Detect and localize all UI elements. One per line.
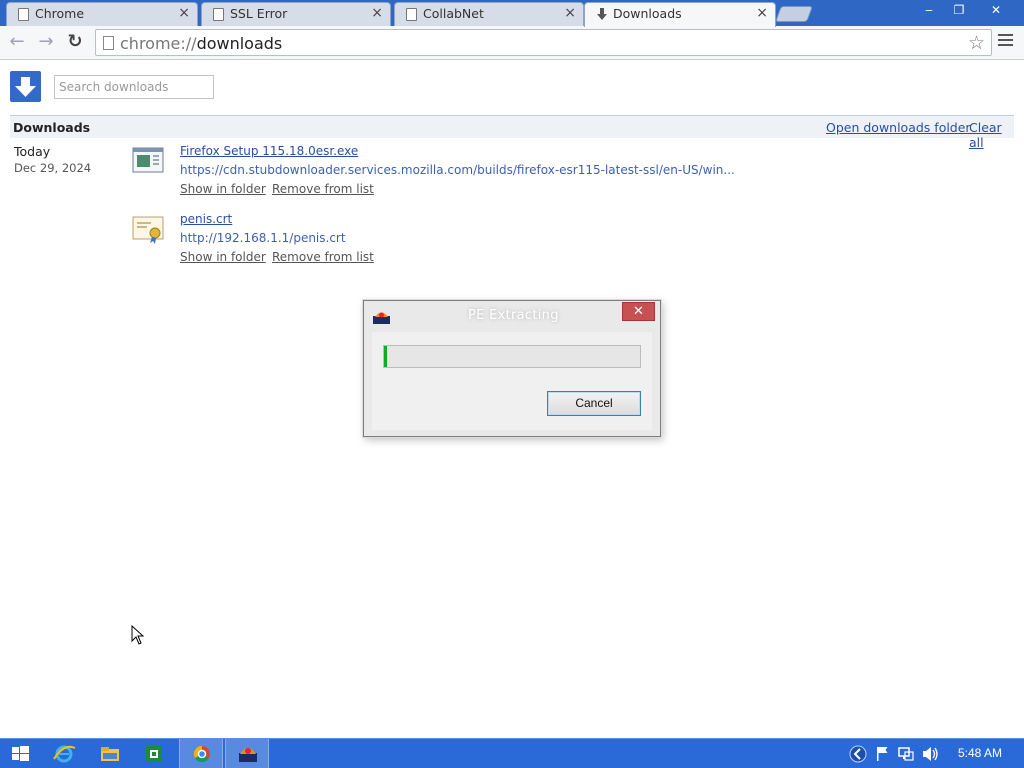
downloads-header — [0, 60, 1024, 114]
dialog-title: PE Extracting — [468, 308, 559, 323]
certificate-file-icon — [132, 214, 164, 244]
show-in-folder-link[interactable]: Show in folder — [180, 182, 266, 196]
back-button[interactable]: ← — [6, 31, 28, 53]
chrome-icon[interactable] — [179, 739, 223, 768]
browser-toolbar: ← → ↻ chrome://downloads ☆ — [0, 26, 1024, 60]
tab-collabnet[interactable]: CollabNet × — [394, 2, 584, 26]
dialog-close-button[interactable]: ✕ — [622, 302, 655, 321]
taskbar: 5:48 AM — [0, 738, 1024, 768]
downloads-section-bar: Downloads Open downloads folder Clear al… — [10, 115, 1014, 150]
progress-fill — [384, 346, 387, 367]
volume-icon[interactable] — [920, 739, 940, 768]
tab-chrome[interactable]: Chrome × — [6, 2, 198, 26]
start-button[interactable] — [0, 739, 44, 768]
chrome-menu-icon[interactable] — [998, 34, 1014, 50]
excel-icon[interactable] — [132, 739, 176, 768]
download-file-name[interactable]: penis.crt — [180, 212, 232, 226]
url-scheme: chrome:// — [120, 34, 197, 53]
app-icon — [373, 310, 390, 324]
network-icon[interactable] — [896, 739, 916, 768]
maximize-button[interactable]: ❐ — [944, 0, 974, 20]
internet-explorer-icon[interactable] — [42, 739, 86, 768]
download-file-name[interactable]: Firefox Setup 115.18.0esr.exe — [180, 144, 358, 158]
dialog-titlebar[interactable]: PE Extracting ✕ — [364, 301, 660, 332]
mouse-cursor-icon — [131, 624, 145, 645]
tab-close-button[interactable]: × — [178, 5, 190, 21]
download-source-url[interactable]: https://cdn.stubdownloader.services.mozi… — [180, 163, 735, 177]
action-center-flag-icon[interactable] — [872, 739, 892, 768]
page-icon — [406, 8, 417, 21]
search-downloads-input[interactable] — [54, 75, 214, 99]
remove-from-list-link[interactable]: Remove from list — [272, 250, 374, 264]
window-controls: ‒ ❐ ✕ — [914, 0, 1018, 20]
page-icon — [103, 36, 114, 50]
url-host: downloads — [196, 34, 283, 53]
tab-downloads[interactable]: Downloads × — [584, 2, 776, 27]
download-icon — [596, 8, 607, 21]
installer-file-icon — [132, 146, 164, 174]
taskbar-clock[interactable]: 5:48 AM — [958, 746, 1002, 760]
bookmark-star-icon[interactable]: ☆ — [968, 32, 985, 55]
download-source-url[interactable]: http://192.168.1.1/penis.crt — [180, 231, 346, 245]
show-hidden-icons-icon[interactable] — [848, 739, 868, 768]
extract-progress-bar — [383, 345, 641, 368]
date-group-day: Today — [14, 144, 51, 159]
date-group: Today Dec 29, 2024 — [14, 144, 91, 175]
title-bar: Chrome × SSL Error × CollabNet × Downloa… — [0, 0, 1024, 27]
clear-all-link[interactable]: Clear all — [969, 120, 1014, 150]
window-close-button[interactable]: ✕ — [974, 0, 1018, 20]
remove-from-list-link[interactable]: Remove from list — [272, 182, 374, 196]
cancel-button[interactable]: Cancel — [547, 391, 641, 416]
tab-title: Chrome — [35, 6, 85, 21]
pe-extracting-dialog: PE Extracting ✕ Cancel — [363, 300, 661, 437]
open-downloads-folder-link[interactable]: Open downloads folder — [826, 120, 971, 135]
url-text: chrome://downloads — [120, 34, 282, 53]
section-title: Downloads — [13, 120, 91, 135]
tab-title: Downloads — [613, 6, 682, 21]
tab-close-button[interactable]: × — [564, 5, 576, 21]
tab-title: CollabNet — [423, 6, 484, 21]
tab-ssl-error[interactable]: SSL Error × — [201, 2, 391, 26]
new-tab-button[interactable] — [775, 6, 813, 22]
file-explorer-icon[interactable] — [88, 739, 132, 768]
tab-close-button[interactable]: × — [371, 5, 383, 21]
forward-button[interactable]: → — [35, 31, 57, 53]
page-icon — [213, 8, 224, 21]
show-in-folder-link[interactable]: Show in folder — [180, 250, 266, 264]
tab-title: SSL Error — [230, 6, 288, 21]
tab-close-button[interactable]: × — [756, 5, 768, 21]
page-icon — [18, 8, 29, 21]
address-bar[interactable]: chrome://downloads ☆ — [95, 29, 992, 56]
minimize-button[interactable]: ‒ — [914, 0, 944, 20]
dialog-body: Cancel — [372, 332, 652, 430]
date-group-date: Dec 29, 2024 — [14, 161, 92, 175]
reload-button[interactable]: ↻ — [64, 31, 86, 53]
downloads-logo-icon — [10, 71, 41, 102]
pe-extract-app-icon[interactable] — [225, 739, 269, 768]
